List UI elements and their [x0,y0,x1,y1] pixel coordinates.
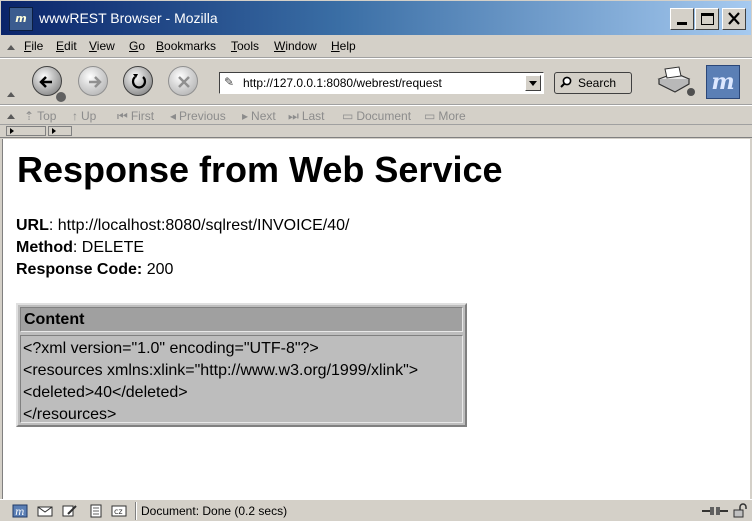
svg-text:cz: cz [114,507,123,516]
menu-tools[interactable]: Tools [231,39,259,53]
menu-edit[interactable]: Edit [56,39,77,53]
minimize-icon [677,22,687,25]
url-bar[interactable]: ✎ http://127.0.0.1:8080/webrest/request [219,72,544,94]
url-history-dropdown-icon[interactable] [525,75,541,91]
response-code-line: Response Code: 200 [16,261,173,279]
back-history-dropdown-icon[interactable] [56,92,66,102]
mail-icon[interactable] [37,504,53,518]
toolbar-grip-icon[interactable] [7,45,15,50]
search-button[interactable]: Search [554,72,632,94]
title-bar: m wwwREST Browser - Mozilla [0,0,752,36]
method-line: Method: DELETE [16,239,144,257]
stop-button[interactable] [168,66,198,96]
first-icon: ⏮ [117,109,128,123]
search-button-label: Search [578,76,617,90]
menu-file[interactable]: File [24,39,43,53]
url-input[interactable]: http://127.0.0.1:8080/webrest/request [243,76,442,90]
collapsed-toolbar-tab[interactable] [48,126,72,136]
online-connection-icon[interactable] [702,506,728,516]
status-bar: m cz Document: Done (0.2 secs) [0,499,752,521]
forward-arrow-icon [89,76,102,88]
xml-line: <resources xmlns:xlink="http://www.w3.or… [23,362,419,379]
address-book-icon[interactable] [88,504,104,518]
xml-line: <?xml version="1.0" encoding="UTF-8"?> [23,340,319,357]
site-nav-top[interactable]: ⇡ Top [24,109,56,123]
reload-button[interactable] [123,66,153,96]
site-nav-next[interactable]: ▸ Next [242,109,276,123]
up-icon: ↑ [72,109,78,123]
url-label: URL [16,217,49,234]
site-nav-more[interactable]: ▭ More [424,109,466,123]
site-nav-previous[interactable]: ◂ Previous [170,109,226,123]
composer-icon[interactable] [62,504,78,518]
maximize-button[interactable] [695,8,719,30]
xml-line: </resources> [23,406,117,423]
document-icon: ▭ [342,109,354,123]
status-separator [135,502,137,520]
menu-bookmarks[interactable]: Bookmarks [156,39,216,53]
menu-bar: File Edit View Go Bookmarks Tools Window… [0,36,752,58]
maximize-icon [701,13,714,25]
content-table-body: <?xml version="1.0" encoding="UTF-8"?> <… [20,335,463,423]
xml-line: <deleted>40</deleted> [23,384,188,401]
page-content[interactable]: Response from Web Service URL: http://lo… [2,139,750,499]
response-code-label: Response Code: [16,261,143,278]
toolbar-grip-icon[interactable] [7,114,15,119]
menu-go[interactable]: Go [129,39,145,53]
menu-window[interactable]: Window [274,39,317,53]
method-label: Method [16,239,73,256]
minimize-button[interactable] [670,8,694,30]
status-text: Document: Done (0.2 secs) [141,504,288,518]
site-nav-document[interactable]: ▭ Document [342,109,411,123]
menu-help[interactable]: Help [331,39,356,53]
back-button[interactable] [32,66,62,96]
close-icon [728,12,740,25]
collapsed-toolbar-strip [0,125,752,138]
window-title: wwwREST Browser - Mozilla [39,10,218,26]
url-value: : http://localhost:8080/sqlrest/INVOICE/… [48,217,350,234]
next-icon: ▸ [242,109,249,123]
page-proxy-icon[interactable]: ✎ [224,75,234,89]
content-table: Content <?xml version="1.0" encoding="UT… [16,303,467,427]
stop-icon [178,76,190,88]
reload-icon [131,74,147,89]
site-nav-up[interactable]: ↑ Up [72,109,96,123]
navigation-toolbar: ✎ http://127.0.0.1:8080/webrest/request … [0,58,752,105]
top-icon: ⇡ [24,109,35,123]
print-icon[interactable] [655,65,695,97]
site-navigation-bar: ⇡ Top ↑ Up ⏮ First ◂ Previous ▸ Next ⏭ Last ▭ D… [0,105,752,125]
toolbar-grip-icon[interactable] [7,92,15,97]
previous-icon: ◂ [170,109,177,123]
last-icon: ⏭ [288,109,299,123]
navigator-icon[interactable]: m [12,504,28,518]
close-button[interactable] [722,8,746,30]
content-table-header: Content [20,307,463,332]
forward-button[interactable] [78,66,108,96]
search-icon [560,76,572,88]
url-line: URL: http://localhost:8080/sqlrest/INVOI… [16,217,349,235]
site-nav-first[interactable]: ⏮ First [117,109,154,124]
more-icon: ▭ [424,109,436,123]
collapsed-toolbar-tab[interactable] [6,126,46,136]
menu-view[interactable]: View [89,39,115,53]
response-code-value: 200 [142,261,174,278]
svg-text:m: m [15,507,24,518]
chatzilla-icon[interactable]: cz [111,504,127,518]
page-heading: Response from Web Service [17,149,503,190]
mozilla-throbber-logo[interactable]: m [706,65,740,99]
site-nav-last[interactable]: ⏭ Last [288,109,325,124]
mozilla-app-icon[interactable]: m [9,7,33,31]
security-lock-icon[interactable] [732,503,748,519]
method-value: : DELETE [72,239,145,256]
